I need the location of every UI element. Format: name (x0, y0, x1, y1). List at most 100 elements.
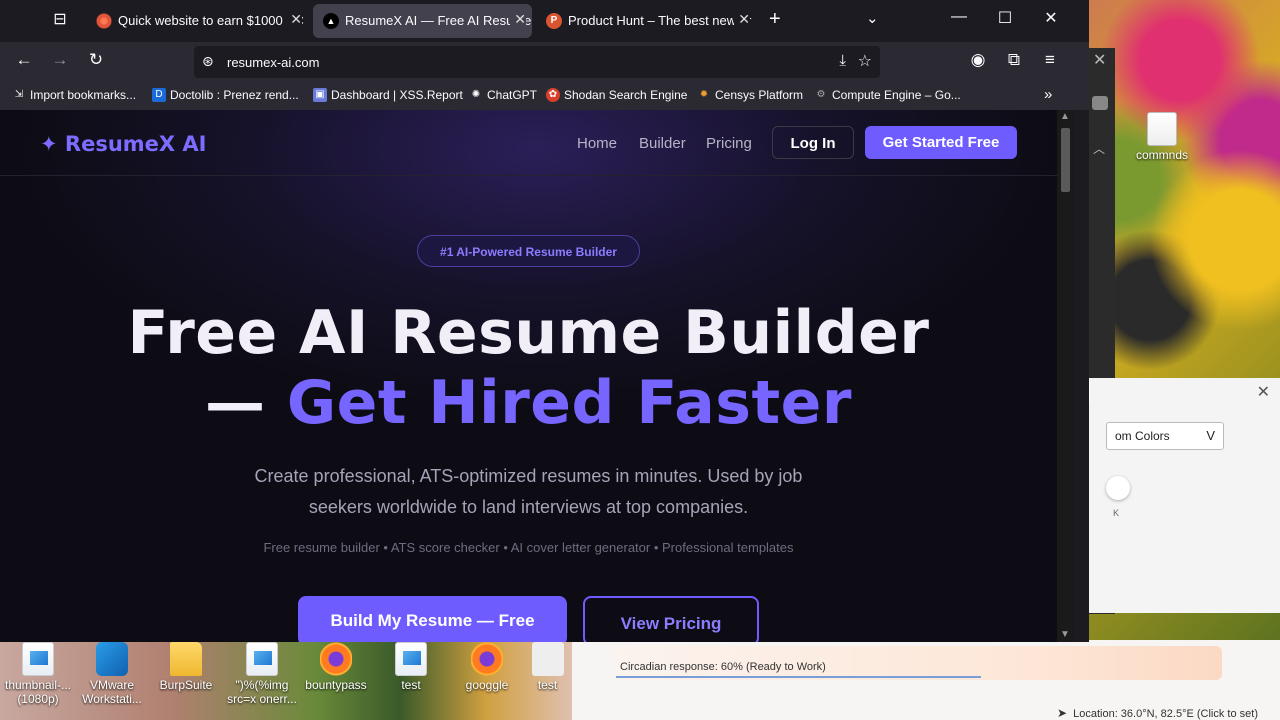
hero-headline-line1: Free AI Resume Builder (127, 298, 930, 368)
desktop-icon[interactable]: VMware Workstati... (74, 640, 150, 706)
desktop-icon-commnds[interactable]: commnds (1124, 110, 1200, 162)
vmware-icon (96, 642, 128, 676)
desktop-icon-label: VMware Workstati... (82, 678, 142, 706)
circadian-progress-bar (616, 676, 981, 678)
product-hunt-icon: P (546, 13, 562, 29)
xss-report-icon: ▣ (313, 88, 327, 102)
censys-icon: ✹ (699, 89, 709, 100)
browser-window: ⊟ Quick website to earn $1000 - C ✕ ▲ Re… (0, 0, 1089, 642)
firefox-icon (320, 642, 352, 676)
desktop-icon[interactable]: test (523, 640, 572, 692)
back-button[interactable]: ← (12, 50, 36, 70)
new-tab-button[interactable]: + (769, 8, 781, 31)
desktop-icon[interactable]: test (373, 640, 449, 692)
chatgpt-icon: ✺ (471, 89, 481, 100)
bookmark-compute-engine[interactable]: ⚙ Compute Engine – Go... (814, 88, 961, 102)
reload-button[interactable]: ↻ (84, 50, 108, 70)
bookmark-star-icon[interactable]: ☆ (858, 51, 872, 71)
url-bar[interactable]: ⊛ resumex-ai.com ⤓ ☆ (194, 46, 880, 78)
bookmark-doctolib[interactable]: D Doctolib : Prenez rend... (152, 88, 299, 102)
desktop-icon-label: ")%(%img src=x onerr... (227, 678, 297, 706)
bookmark-chatgpt[interactable]: ✺ ChatGPT (469, 88, 537, 102)
forward-button[interactable]: → (48, 50, 72, 70)
hero-badge: #1 AI-Powered Resume Builder (417, 235, 640, 267)
location-link[interactable]: ➤ Location: 36.0°N, 82.5°E (Click to set) (1057, 706, 1258, 720)
close-icon[interactable]: ✕ (1257, 382, 1270, 402)
close-window-button[interactable]: ✕ (1036, 8, 1066, 28)
chevron-double-right-icon[interactable]: » (1044, 86, 1052, 103)
color-select[interactable]: om Colors V (1106, 422, 1224, 450)
ok-label: K (1113, 508, 1120, 518)
url-text[interactable]: resumex-ai.com (227, 55, 319, 70)
nav-builder[interactable]: Builder (639, 135, 686, 152)
bookmark-xss-report[interactable]: ▣ Dashboard | XSS.Report (313, 88, 463, 102)
tab-product-hunt[interactable]: P Product Hunt – The best new pr ✕ (536, 4, 756, 38)
bookmark-shodan[interactable]: ✿ Shodan Search Engine (546, 88, 687, 102)
widget-pane: Circadian response: 60% (Ready to Work) … (572, 640, 1280, 720)
import-icon: ⇲ (14, 89, 24, 100)
image-file-icon (22, 642, 54, 676)
hero-subtitle-line2: seekers worldwide to land interviews at … (308, 497, 749, 517)
tab-title: Quick website to earn $1000 - C (118, 13, 304, 28)
desktop-icon[interactable]: bountypass (298, 640, 374, 692)
scroll-up-icon[interactable]: ▲ (1060, 111, 1070, 122)
bookmarks-bar: ⇲ Import bookmarks... D Doctolib : Prenez … (0, 82, 1089, 110)
nav-home[interactable]: Home (577, 135, 617, 152)
desktop-icon[interactable]: ")%(%img src=x onerr... (224, 640, 300, 706)
camera-icon[interactable] (1092, 96, 1108, 110)
close-icon[interactable]: ✕ (1093, 50, 1106, 70)
desktop-bottom: thumbnail-... (1080p) VMware Workstati... … (0, 640, 572, 720)
firefox-icon (471, 642, 503, 676)
nav-pricing[interactable]: Pricing (706, 135, 752, 152)
toggle-knob[interactable] (1106, 476, 1130, 500)
text-file-icon (1147, 112, 1177, 146)
gear-icon: ⚙ (816, 89, 826, 100)
login-button[interactable]: Log In (772, 126, 854, 159)
doctolib-icon: D (152, 88, 166, 102)
tab-bar: ⊟ Quick website to earn $1000 - C ✕ ▲ Re… (0, 0, 1089, 42)
tab-quick-website[interactable]: Quick website to earn $1000 - C ✕ (86, 4, 308, 38)
web-page: ✦ ResumeX AI Home Builder Pricing Log In… (0, 110, 1074, 642)
tab-list-icon[interactable]: ⊟ (48, 9, 72, 33)
chevron-down-icon: V (1206, 428, 1215, 443)
build-resume-button[interactable]: Build My Resume — Free (298, 596, 567, 642)
bookmark-censys[interactable]: ✹ Censys Platform (697, 88, 803, 102)
close-icon[interactable]: ✕ (286, 11, 302, 28)
get-started-button[interactable]: Get Started Free (865, 126, 1017, 159)
desktop-icon-label: bountypass (305, 678, 367, 692)
hero-headline-accent: Get Hired Faster (286, 368, 852, 438)
install-icon[interactable]: ⤓ (839, 52, 846, 69)
folder-icon (170, 642, 202, 676)
close-icon[interactable]: ✕ (510, 11, 526, 28)
account-icon[interactable]: ◉ (966, 50, 990, 70)
location-arrow-icon: ➤ (1057, 706, 1068, 720)
site-info-icon[interactable]: ⊛ (202, 53, 214, 70)
desktop-icon[interactable]: thumbnail-... (1080p) (0, 640, 76, 706)
scroll-down-icon[interactable]: ▼ (1060, 629, 1070, 640)
chevron-down-icon[interactable]: ⌄ (866, 9, 879, 27)
tab-title: ResumeX AI — Free AI Resume (345, 13, 532, 28)
tab-resumex[interactable]: ▲ ResumeX AI — Free AI Resume ✕ (313, 4, 532, 38)
desktop-icon[interactable]: googgle (449, 640, 525, 692)
desktop-icon-label: BurpSuite (159, 678, 213, 692)
menu-icon[interactable]: ≡ (1038, 50, 1062, 70)
desktop-icon-label: test (401, 678, 421, 692)
background-window-light: ✕ om Colors V K (1075, 378, 1280, 613)
asterisk-icon (96, 13, 112, 29)
image-file-icon (246, 642, 278, 676)
close-icon[interactable]: ✕ (734, 11, 750, 28)
page-scrollbar[interactable]: ▲ ▼ (1057, 110, 1074, 642)
minimize-button[interactable]: — (944, 8, 974, 26)
maximize-button[interactable]: ☐ (990, 8, 1020, 28)
desktop-icon[interactable]: BurpSuite (148, 640, 224, 692)
extensions-icon[interactable]: ⧉ (1002, 50, 1026, 70)
view-pricing-button[interactable]: View Pricing (583, 596, 759, 642)
hero-headline-line2: — Get Hired Faster (205, 368, 852, 438)
site-logo[interactable]: ✦ ResumeX AI (40, 132, 206, 156)
bookmark-import[interactable]: ⇲ Import bookmarks... (12, 88, 136, 102)
chevron-up-icon[interactable]: ︿ (1093, 140, 1105, 157)
text-file-icon (531, 642, 564, 676)
desktop-icon-label: googgle (465, 678, 509, 692)
scroll-thumb[interactable] (1061, 128, 1070, 192)
hero-features: Free resume builder • ATS score checker … (263, 540, 794, 555)
